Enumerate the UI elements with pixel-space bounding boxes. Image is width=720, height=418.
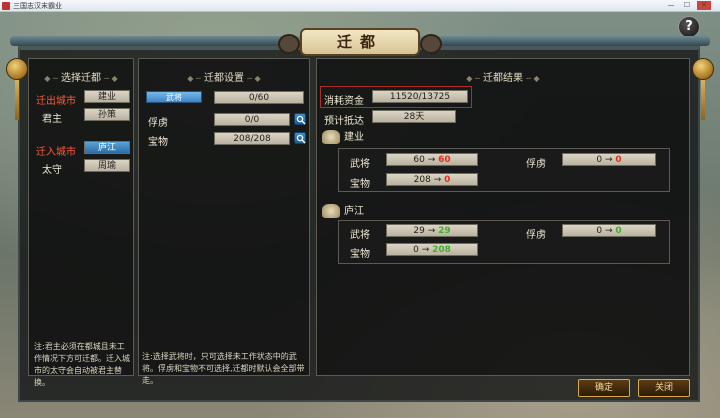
from-city-field: 建业 bbox=[84, 90, 130, 103]
city-header-from: 建业 bbox=[322, 128, 364, 144]
city0-generals-label: 武将 bbox=[350, 159, 370, 170]
city-emblem-icon bbox=[322, 204, 340, 218]
relocation-settings-panel: ◆ ─ 迁都设置 ─ ◆ bbox=[138, 58, 310, 376]
left-note: 注:君主必须在都城且未工作情况下方可迁都。迁入城市的太守会自动被君主替换。 bbox=[34, 342, 130, 387]
generals-count-field: 0/60 bbox=[214, 91, 304, 104]
cost-label: 消耗资金 bbox=[324, 96, 364, 107]
city0-captives-change: 0 → 0 bbox=[562, 153, 656, 166]
close-window-button[interactable]: ✕ bbox=[697, 1, 711, 10]
city0-treasures-change: 208 → 0 bbox=[386, 173, 478, 186]
captives-label: 俘虏 bbox=[148, 118, 168, 129]
captives-search-button[interactable] bbox=[294, 113, 306, 125]
city0-captives-label: 俘虏 bbox=[526, 159, 546, 170]
maximize-button[interactable]: ☐ bbox=[680, 1, 694, 10]
governor-label: 太守 bbox=[42, 165, 62, 176]
city1-treasures-label: 宝物 bbox=[350, 249, 370, 260]
section-header-select: ◆ ─ 选择迁都 ─ ◆ bbox=[44, 73, 118, 84]
app-icon bbox=[2, 2, 10, 10]
mid-note: 注:选择武将时，只可选择未工作状态中的武将。俘虏和宝物不可选择,迁都时默认会全部… bbox=[142, 352, 305, 385]
captives-count-field: 0/0 bbox=[214, 113, 290, 126]
magnifier-icon bbox=[296, 134, 306, 144]
to-city-label: 迁入城市 bbox=[36, 147, 76, 158]
select-generals-button[interactable]: 武将 bbox=[146, 91, 202, 103]
close-button[interactable]: 关闭 bbox=[638, 379, 690, 397]
cost-field: 11520/13725 bbox=[372, 90, 468, 103]
eta-field: 28天 bbox=[372, 110, 456, 123]
city1-captives-change: 0 → 0 bbox=[562, 224, 656, 237]
lord-field: 孙策 bbox=[84, 108, 130, 121]
tassel-left bbox=[15, 80, 19, 120]
section-header-settings: ◆ ─ 迁都设置 ─ ◆ bbox=[187, 73, 261, 84]
city1-generals-label: 武将 bbox=[350, 230, 370, 241]
window-titlebar: 三国志汉末霸业 — ☐ ✕ bbox=[0, 0, 720, 12]
magnifier-icon bbox=[296, 115, 306, 125]
to-city-select[interactable]: 庐江 bbox=[84, 141, 130, 154]
minimize-button[interactable]: — bbox=[664, 1, 678, 10]
city-header-to: 庐江 bbox=[322, 202, 364, 218]
city-emblem-icon bbox=[322, 130, 340, 144]
help-button[interactable]: ? bbox=[678, 16, 700, 38]
confirm-button[interactable]: 确定 bbox=[578, 379, 630, 397]
ornament-knob-left bbox=[6, 58, 28, 80]
city0-treasures-label: 宝物 bbox=[350, 179, 370, 190]
city1-generals-change: 29 → 29 bbox=[386, 224, 478, 237]
lord-label: 君主 bbox=[42, 114, 62, 125]
window-title: 三国志汉末霸业 bbox=[13, 2, 62, 10]
city0-generals-change: 60 → 60 bbox=[386, 153, 478, 166]
treasures-label: 宝物 bbox=[148, 137, 168, 148]
governor-field: 周瑜 bbox=[84, 159, 130, 172]
city1-captives-label: 俘虏 bbox=[526, 230, 546, 241]
eta-label: 预计抵达 bbox=[324, 116, 364, 127]
tassel-right bbox=[701, 80, 705, 120]
city1-treasures-change: 0 → 208 bbox=[386, 243, 478, 256]
from-city-label: 迁出城市 bbox=[36, 96, 76, 107]
treasures-search-button[interactable] bbox=[294, 132, 306, 144]
ornament-knob-right bbox=[692, 58, 714, 80]
section-header-result: ◆ ─ 迁都结果 ─ ◆ bbox=[466, 73, 540, 84]
dialog-title: 迁都 bbox=[278, 28, 442, 56]
treasures-count-field: 208/208 bbox=[214, 132, 290, 145]
